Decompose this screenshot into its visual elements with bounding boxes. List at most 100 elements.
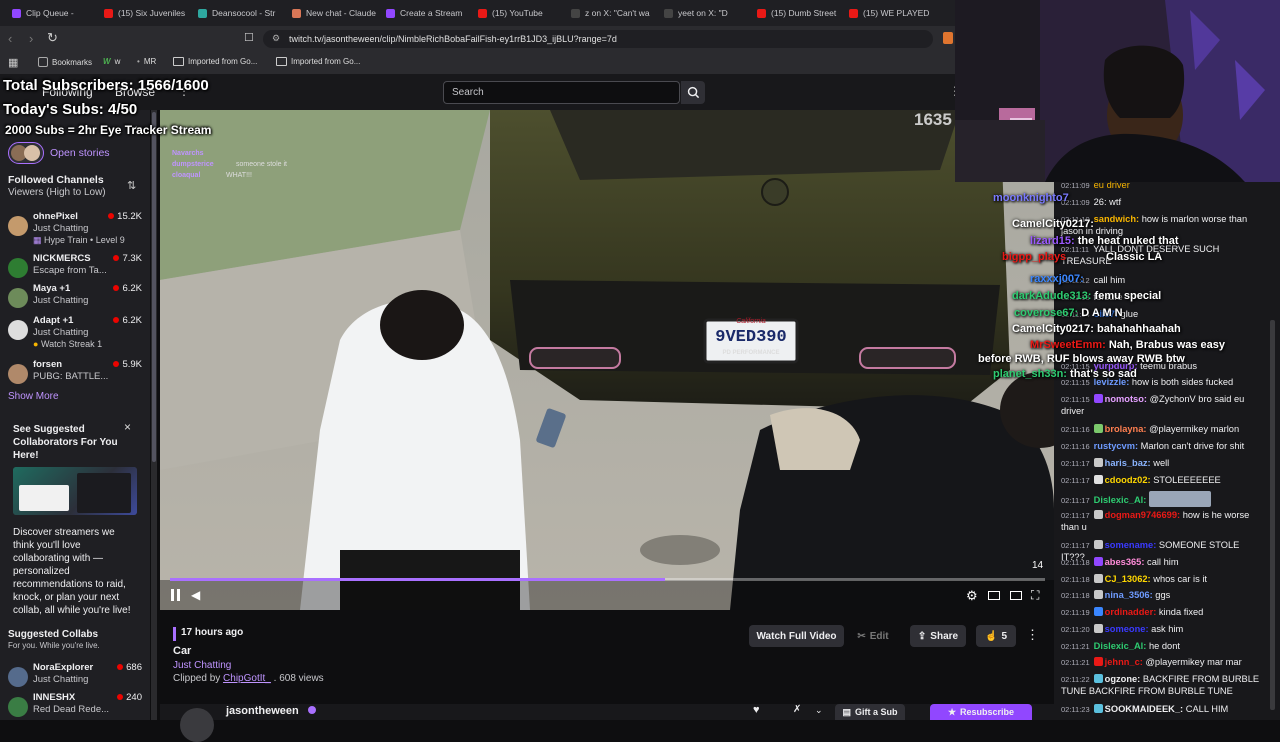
sidebar-scroll-thumb[interactable] — [152, 112, 156, 462]
url-bar[interactable]: twitch.tv/jasontheween/clip/NimbleRichBo… — [263, 30, 933, 48]
back-icon[interactable]: ‹ — [8, 31, 12, 46]
bookmark-star-icon[interactable]: ☐ — [244, 31, 254, 44]
fullscreen-icon[interactable]: ⛶ — [1031, 588, 1039, 603]
volume-icon[interactable]: ◀ — [191, 588, 200, 602]
video-player[interactable]: Navarchs dumpsterice someone stole it cl… — [160, 110, 1054, 610]
resubscribe-button[interactable]: ★ Resubscribe — [930, 704, 1032, 720]
chat-username[interactable]: cdoodz02: — [1105, 475, 1151, 485]
watch-full-video-button[interactable]: Watch Full Video — [749, 625, 844, 647]
channel-avatar[interactable] — [180, 708, 214, 742]
like-count: 5 — [1001, 630, 1007, 642]
followed-channel-item[interactable]: ohnePixel Just Chatting ▦ Hype Train • L… — [0, 210, 150, 250]
chat-username[interactable]: dogman9746699: — [1105, 510, 1180, 520]
browser-tab[interactable]: z on X: "Can't wa — [571, 3, 655, 23]
browser-tab[interactable]: (15) WE PLAYED — [849, 3, 933, 23]
browser-tab[interactable]: (15) Dumb Street — [757, 3, 841, 23]
browser-tab[interactable]: Clip Queue - — [12, 3, 96, 23]
viewer-count-text: 6.2K — [122, 315, 142, 326]
tab-label: Clip Queue - — [26, 8, 74, 18]
chat-timestamp: 02:11:16 — [1061, 442, 1090, 451]
age-accent-bar — [173, 627, 176, 641]
edit-button[interactable]: ✂ Edit — [850, 625, 896, 647]
sort-arrows-icon[interactable]: ⇅ — [127, 179, 136, 192]
gift-sub-button[interactable]: ▤ Gift a Sub — [835, 704, 905, 720]
followed-channel-item[interactable]: Adapt +1 Just Chatting ● Watch Streak 1 … — [0, 314, 150, 354]
suggested-collabs-heading: Suggested Collabs — [8, 629, 99, 640]
followed-sort-label[interactable]: Viewers (High to Low) — [8, 187, 106, 198]
chat-text: @playermikey mar mar — [1145, 657, 1242, 667]
stream-chat-user: planet_sh33n: — [993, 368, 1067, 380]
forward-icon[interactable]: › — [29, 31, 33, 46]
chat-username[interactable]: SOOKMAIDEEK_: — [1105, 704, 1184, 714]
chat-username[interactable]: Dislexic_Al: — [1094, 495, 1147, 505]
stream-chat-user: CamelCity0217: — [1012, 323, 1094, 335]
chat-message: 02:11:18 abes365: call him — [1061, 557, 1261, 569]
sub-badge-icon — [1093, 657, 1103, 666]
avatar — [8, 320, 28, 340]
stream-chat-user: darkAdude313: — [1012, 290, 1092, 302]
more-options-icon[interactable]: ⋮ — [1026, 627, 1039, 643]
chat-username[interactable]: somename: — [1105, 540, 1157, 550]
browser-tab[interactable]: Create a Stream — [386, 3, 470, 23]
clip-category-link[interactable]: Just Chatting — [173, 660, 231, 671]
stream-chat-line: lizard15: the heat nuked that — [1030, 235, 1179, 247]
tab-favicon-icon — [292, 8, 301, 18]
browser-tab[interactable]: (15) YouTube — [478, 3, 562, 23]
chat-username[interactable]: ogzone: — [1105, 674, 1141, 684]
close-icon[interactable]: × — [124, 420, 131, 434]
browser-tab[interactable]: yeet on X: "D — [664, 3, 748, 23]
stories-avatars[interactable] — [8, 142, 44, 164]
bookmark-item[interactable]: Imported from Go... — [173, 57, 257, 66]
chat-username[interactable]: rustycvm: — [1094, 441, 1138, 451]
site-info-icon[interactable]: ⚙ — [272, 33, 280, 44]
stream-chat-user: raxxxj007: — [1030, 273, 1084, 285]
heart-icon[interactable]: ♥ — [753, 704, 760, 716]
viewer-count-text: 15.2K — [117, 211, 142, 222]
chat-username[interactable]: jehnn_c: — [1105, 657, 1143, 667]
bookmark-item[interactable]: Bookmarks — [38, 57, 92, 67]
bookmark-item[interactable]: • MR — [137, 57, 156, 66]
suggested-collab-item[interactable]: INNESHX Red Dead Rede... 240 — [0, 691, 150, 731]
chat-username[interactable]: Dislexic_Al: — [1094, 641, 1147, 651]
pause-icon[interactable] — [170, 589, 182, 602]
reload-icon[interactable]: ↻ — [47, 30, 58, 46]
tab-label: Deansocool - Str — [212, 8, 276, 18]
miniplayer-icon[interactable] — [1010, 591, 1022, 600]
chat-username[interactable]: CJ_13062: — [1105, 574, 1151, 584]
chat-username[interactable]: haris_baz: — [1105, 458, 1151, 468]
channel-name[interactable]: jasontheween — [226, 705, 299, 717]
chat-username[interactable]: nina_3506: — [1105, 590, 1153, 600]
search-button[interactable] — [681, 81, 705, 104]
chat-username[interactable]: ordinadder: — [1105, 607, 1157, 617]
search-input[interactable]: Search — [443, 81, 680, 104]
chevron-down-icon[interactable]: ⌄ — [815, 705, 823, 716]
channel-name: Maya +1 — [33, 283, 71, 294]
like-button[interactable]: ☝ 5 — [976, 625, 1016, 647]
share-icon: ⇪ — [917, 630, 927, 642]
chat-username[interactable]: someone: — [1105, 624, 1149, 634]
notification-icon[interactable]: ✗ — [793, 704, 801, 715]
theatre-mode-icon[interactable] — [988, 591, 1000, 600]
bookmark-item[interactable]: Imported from Go... — [276, 57, 360, 66]
bookmark-icon: • — [137, 57, 140, 66]
chat-username[interactable]: abes365: — [1105, 557, 1145, 567]
thumbs-up-icon: ☝ — [984, 630, 998, 642]
show-more-link[interactable]: Show More — [8, 391, 59, 402]
open-stories-link[interactable]: Open stories — [50, 147, 110, 159]
extension-icon[interactable] — [943, 32, 953, 44]
chat-username[interactable]: nomotso: — [1105, 394, 1147, 404]
stream-chat-line: CamelCity0217: bahahahhaahah — [1012, 323, 1181, 335]
clipper-link[interactable]: ChipGotIt_ — [223, 673, 271, 684]
settings-gear-icon[interactable]: ⚙ — [966, 588, 978, 604]
tab-label: yeet on X: "D — [678, 8, 728, 18]
apps-grid-icon[interactable]: ▦ — [8, 56, 18, 69]
overlay-goal: 2000 Subs = 2hr Eye Tracker Stream — [5, 123, 212, 137]
share-button[interactable]: ⇪ Share — [910, 625, 966, 647]
stream-chat-text: the heat nuked that — [1077, 235, 1179, 247]
edit-label: Edit — [869, 630, 889, 642]
bookmark-item[interactable]: Ww — [103, 57, 120, 66]
chat-username[interactable]: brolayna: — [1105, 424, 1147, 434]
browser-tab[interactable]: New chat - Claude — [292, 3, 376, 23]
browser-tab[interactable]: Deansocool - Str — [198, 3, 282, 23]
browser-tab[interactable]: (15) Six Juveniles — [104, 3, 188, 23]
